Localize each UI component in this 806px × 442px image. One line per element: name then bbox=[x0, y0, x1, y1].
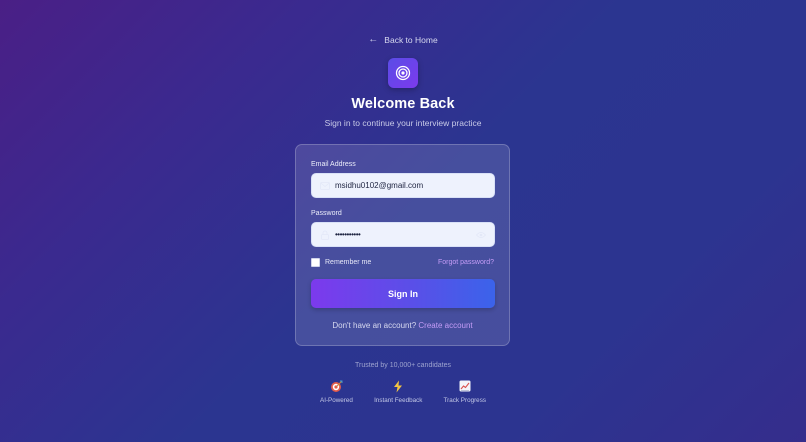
create-account-link[interactable]: Create account bbox=[418, 321, 472, 330]
app-logo bbox=[388, 58, 418, 88]
chart-icon bbox=[458, 379, 472, 393]
target-dart-icon bbox=[329, 379, 343, 393]
remember-me[interactable]: Remember me bbox=[311, 258, 371, 267]
signup-prompt: Don't have an account? Create account bbox=[296, 321, 509, 330]
feature-label: Track Progress bbox=[443, 397, 486, 404]
password-value: ••••••••••• bbox=[335, 230, 361, 239]
feature-instant-feedback: Instant Feedback bbox=[374, 379, 422, 404]
feature-label: Instant Feedback bbox=[374, 397, 423, 404]
login-page: ← Back to Home Welcome Back Sign in to c… bbox=[0, 0, 806, 442]
password-label: Password bbox=[311, 210, 342, 217]
login-card: Email Address msidhu0102@gmail.com Passw… bbox=[295, 144, 510, 346]
email-value: msidhu0102@gmail.com bbox=[335, 181, 424, 190]
back-to-home-link[interactable]: ← Back to Home bbox=[343, 34, 463, 46]
eye-icon[interactable] bbox=[476, 231, 486, 239]
back-to-home-label: Back to Home bbox=[384, 35, 438, 45]
lightning-icon bbox=[391, 379, 405, 393]
email-field[interactable]: msidhu0102@gmail.com bbox=[311, 173, 495, 198]
forgot-password-link[interactable]: Forgot password? bbox=[438, 259, 494, 266]
mail-icon bbox=[320, 182, 330, 190]
arrow-left-icon: ← bbox=[368, 34, 379, 45]
remember-me-checkbox[interactable] bbox=[311, 258, 320, 267]
password-field[interactable]: ••••••••••• bbox=[311, 222, 495, 247]
remember-me-label: Remember me bbox=[325, 259, 372, 266]
no-account-text: Don't have an account? bbox=[332, 321, 417, 330]
page-title: Welcome Back bbox=[351, 96, 455, 112]
lock-icon bbox=[321, 230, 329, 240]
sign-in-button[interactable]: Sign In bbox=[311, 279, 495, 308]
target-logo-icon bbox=[395, 65, 411, 81]
trusted-text: Trusted by 10,000+ candidates bbox=[354, 362, 452, 369]
feature-ai-powered: AI-Powered bbox=[320, 379, 353, 404]
email-label: Email Address bbox=[311, 161, 356, 168]
page-subtitle: Sign in to continue your interview pract… bbox=[324, 118, 482, 128]
feature-list: AI-Powered Instant Feedback Track Progre… bbox=[320, 379, 486, 404]
feature-track-progress: Track Progress bbox=[444, 379, 486, 404]
feature-label: AI-Powered bbox=[320, 397, 353, 404]
